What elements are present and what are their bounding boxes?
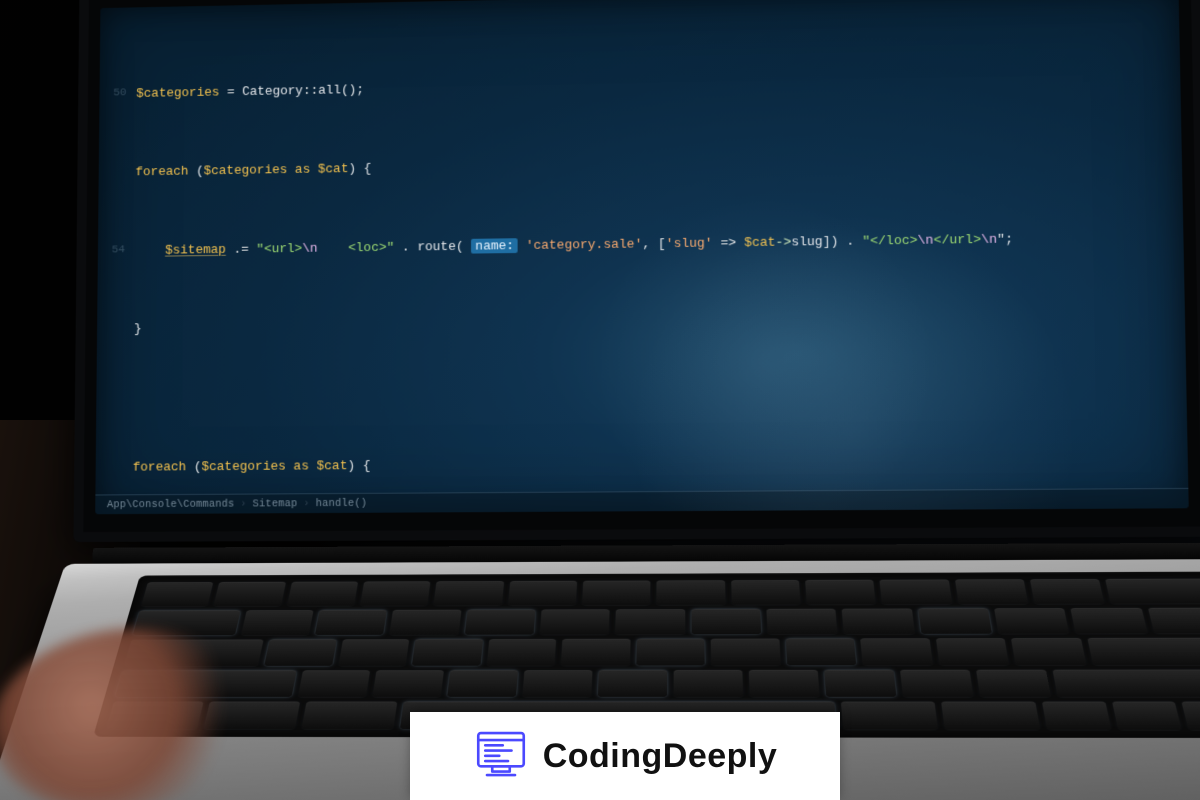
statusbar-function: handle() bbox=[316, 497, 368, 509]
laptop: 50$categories = Category::all(); foreach… bbox=[62, 7, 1200, 743]
code-line: foreach ($categories as $cat) { bbox=[96, 450, 1188, 478]
editor-screen: 50$categories = Category::all(); foreach… bbox=[95, 0, 1189, 514]
breadcrumb-separator-icon: › bbox=[240, 498, 246, 510]
statusbar-path: App\Console\Commands bbox=[107, 498, 234, 511]
laptop-lid: 50$categories = Category::all(); foreach… bbox=[73, 0, 1200, 542]
monitor-code-icon bbox=[473, 726, 529, 787]
statusbar-file: Sitemap bbox=[253, 498, 298, 510]
code-line: 54 $sitemap .= "<url>\n <loc>" . route( … bbox=[98, 227, 1184, 261]
code-line bbox=[96, 389, 1186, 399]
watermark-badge: CodingDeeply bbox=[410, 712, 840, 800]
code-line: foreach ($categories as $cat) { bbox=[99, 146, 1182, 183]
code-line: 50$categories = Category::all(); bbox=[99, 66, 1180, 105]
code-editor[interactable]: 50$categories = Category::all(); foreach… bbox=[95, 0, 1188, 493]
code-line: } bbox=[97, 308, 1185, 340]
watermark-text: CodingDeeply bbox=[543, 737, 778, 776]
breadcrumb-separator-icon: › bbox=[303, 498, 309, 510]
